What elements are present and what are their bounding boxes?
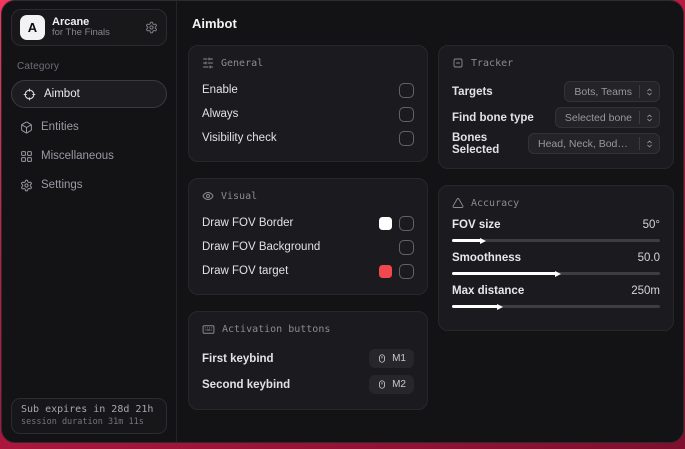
first-keybind-button[interactable]: M1 [369,349,414,368]
slider-value: 50.0 [637,252,660,264]
setting-row-fov-background: Draw FOV Background [202,236,414,258]
sidebar: A Arcane for The Finals Category Aimbot … [2,1,177,442]
find-bone-type-dropdown[interactable]: Selected bone [554,107,660,128]
grid-icon [20,150,33,163]
color-swatch[interactable] [379,216,392,230]
slider-thumb[interactable] [480,237,487,244]
slider-group-max-distance: Max distance 250m [452,285,660,310]
sidebar-item-miscellaneous[interactable]: Miscellaneous [11,142,167,170]
row-label: Second keybind [202,378,291,391]
fov-background-checkbox[interactable] [399,239,414,255]
row-label: Targets [452,85,493,98]
max-distance-slider[interactable] [452,303,660,310]
slider-thumb[interactable] [496,303,503,310]
row-label: Bones Selected [452,131,500,156]
triangle-icon [452,197,464,209]
card-title: Tracker [471,57,514,69]
color-swatch[interactable] [379,264,392,278]
visual-card: Visual Draw FOV Border Draw FOV Backgrou… [188,178,428,295]
sidebar-item-label: Entities [41,121,79,133]
accuracy-card: Accuracy FOV size 50° Smoothness 50.0 Ma… [438,185,674,331]
setting-row-enable: Enable [202,79,414,101]
smoothness-slider[interactable] [452,270,660,277]
gear-icon[interactable] [145,21,158,34]
sidebar-item-label: Aimbot [44,88,80,100]
scan-square-icon [452,57,464,69]
general-card: General Enable Always Visibility check [188,45,428,162]
targets-dropdown[interactable]: Bots, Teams [564,81,660,102]
sidebar-item-aimbot[interactable]: Aimbot [11,80,167,108]
session-duration-text: session duration 31m 11s [21,417,144,427]
card-title: Accuracy [471,197,520,209]
always-checkbox[interactable] [399,106,414,122]
tracker-card: Tracker Targets Bots, Teams Find bone ty… [438,45,674,169]
keybind-value: M1 [392,353,406,364]
row-label: Draw FOV Background [202,241,321,253]
enable-checkbox[interactable] [399,82,414,98]
row-label: Draw FOV target [202,265,289,277]
second-keybind-button[interactable]: M2 [369,375,414,394]
sliders-icon [202,57,214,69]
setting-row-fov-border: Draw FOV Border [202,212,414,234]
card-title: Visual [221,190,258,202]
card-title: General [221,57,264,69]
eye-icon [202,190,214,202]
activation-buttons-card: Activation buttons First keybind M1 Seco… [188,311,428,410]
main-content: Aimbot General Enable Always Visibility … [177,1,683,442]
setting-row-visibility-check: Visibility check [202,127,414,149]
gear-icon [20,179,33,192]
bones-selected-dropdown[interactable]: Head, Neck, Body, Pe... [528,133,660,154]
dropdown-value: Selected bone [564,111,632,124]
row-label: Visibility check [202,132,277,144]
dropdown-value: Head, Neck, Body, Pe... [538,137,632,150]
dropdown-value: Bots, Teams [574,85,632,98]
slider-group-fov-size: FOV size 50° [452,219,660,244]
mouse-icon [377,353,387,364]
slider-label: FOV size [452,219,501,231]
row-label: Always [202,108,239,120]
category-label: Category [17,61,60,72]
chevrons-up-down-icon [645,113,659,123]
fov-size-slider[interactable] [452,237,660,244]
chevrons-up-down-icon [645,87,659,97]
row-label: Draw FOV Border [202,217,294,229]
fov-target-checkbox[interactable] [399,263,414,279]
crosshair-icon [23,88,36,101]
app-subtitle: for The Finals [52,27,110,39]
setting-row-always: Always [202,103,414,125]
slider-value: 50° [642,219,660,231]
setting-row-bones-selected: Bones Selected Head, Neck, Body, Pe... [452,131,660,156]
box-icon [20,121,33,134]
row-label: Find bone type [452,111,534,124]
fov-border-checkbox[interactable] [399,215,414,231]
card-title: Activation buttons [222,324,331,335]
sub-expiry-text: Sub expires in 28d 21h [21,404,154,415]
setting-row-first-keybind: First keybind M1 [202,346,414,371]
visibility-check-checkbox[interactable] [399,130,414,146]
sidebar-item-entities[interactable]: Entities [11,113,167,141]
subscription-status-card: Sub expires in 28d 21h session duration … [11,398,167,434]
row-label: Enable [202,84,238,96]
sidebar-item-label: Miscellaneous [41,150,114,162]
slider-label: Smoothness [452,252,522,264]
sidebar-item-settings[interactable]: Settings [11,171,167,199]
sidebar-item-label: Settings [41,179,83,191]
mouse-icon [377,379,387,390]
setting-row-targets: Targets Bots, Teams [452,79,660,104]
row-label: First keybind [202,352,274,365]
app-header-card: A Arcane for The Finals [11,9,167,46]
setting-row-second-keybind: Second keybind M2 [202,372,414,397]
keybind-value: M2 [392,379,406,390]
app-window: A Arcane for The Finals Category Aimbot … [1,0,684,443]
setting-row-fov-target: Draw FOV target [202,260,414,282]
keyboard-icon [202,323,215,336]
slider-group-smoothness: Smoothness 50.0 [452,252,660,277]
slider-value: 250m [631,285,660,297]
page-title: Aimbot [192,16,237,31]
app-logo: A [20,15,45,40]
setting-row-find-bone-type: Find bone type Selected bone [452,105,660,130]
slider-thumb[interactable] [555,270,561,277]
slider-label: Max distance [452,285,525,297]
chevrons-up-down-icon [645,139,659,149]
